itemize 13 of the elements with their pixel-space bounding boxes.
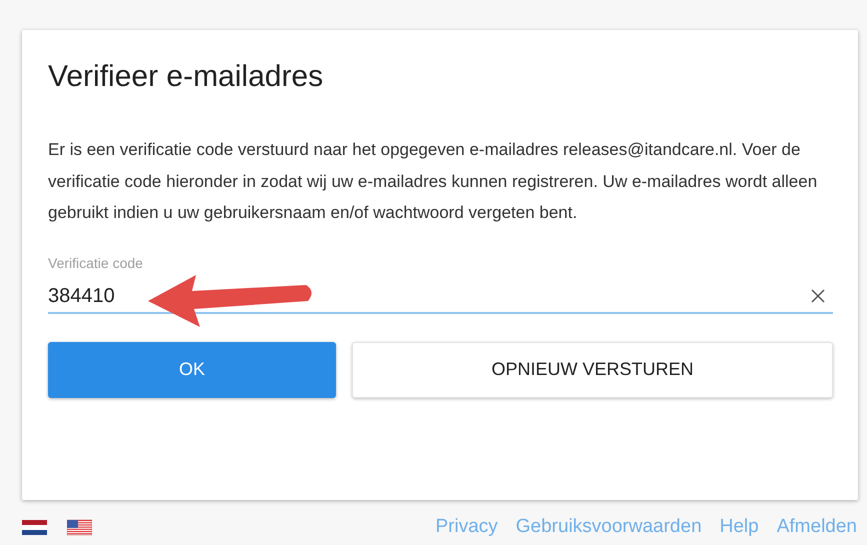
dutch-flag-icon[interactable] bbox=[22, 518, 47, 536]
clear-icon[interactable] bbox=[811, 289, 825, 303]
resend-button[interactable]: OPNIEUW VERSTUREN bbox=[352, 342, 833, 398]
dialog-title: Verifieer e-mailadres bbox=[48, 60, 324, 94]
code-input[interactable]: 384410 bbox=[48, 284, 811, 308]
footer-link[interactable]: Afmelden bbox=[776, 516, 857, 538]
message-text: Er is een verificatie code verstuurd naar het opgegeven e-mailadres releases@itandcare.nl. Voer de verificatie code hieronder in zodat wij uw e-mailadres kunnen registreren. Uw e-mailadres wordt alleen gebruikt indien u uw gebruikersnaam en/of wachtwoord vergeten bent. bbox=[48, 139, 818, 224]
footer-link[interactable]: Privacy bbox=[435, 516, 498, 538]
footer-link[interactable]: Help bbox=[720, 516, 759, 538]
ok-button[interactable]: OK bbox=[48, 342, 336, 398]
footer-link[interactable]: Gebruiksvoorwaarden bbox=[516, 516, 702, 538]
us-flag-icon[interactable] bbox=[67, 518, 92, 536]
field-label: Verificatie code bbox=[48, 254, 144, 270]
